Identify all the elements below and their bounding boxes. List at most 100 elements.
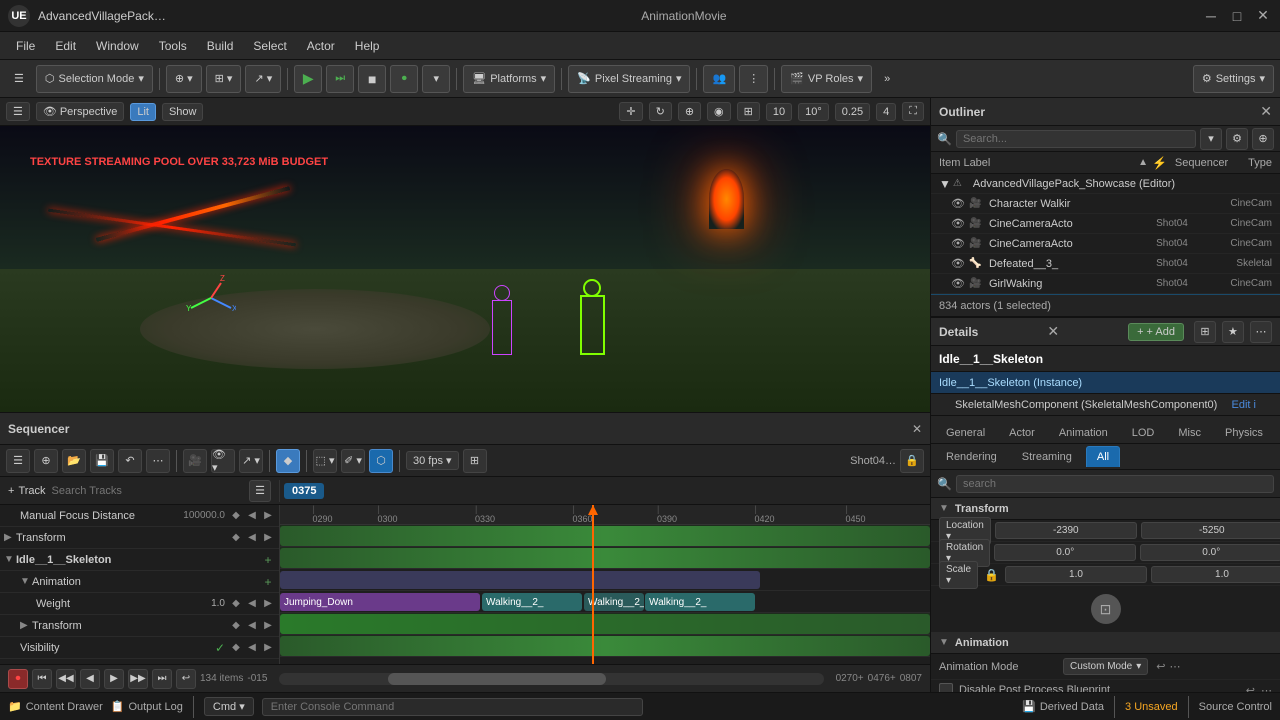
options-button[interactable]: ▾ [422, 65, 450, 93]
disable-pp-extra[interactable]: ⋯ [1261, 684, 1272, 693]
new-button[interactable]: ⊕ ▾ [166, 65, 202, 93]
weight-left-btn[interactable]: ◀ [245, 597, 259, 611]
fps-display[interactable]: 30 fps ▾ [406, 451, 459, 470]
show-button[interactable]: Show [162, 103, 204, 121]
vis-keyframe-btn[interactable]: ◆ [229, 641, 243, 655]
menu-tools[interactable]: Tools [151, 37, 195, 55]
tab-physics[interactable]: Physics [1214, 422, 1274, 443]
options-btn-2[interactable]: ⋮ [739, 65, 768, 93]
location-x[interactable] [995, 522, 1137, 539]
details-add-button[interactable]: + + Add [1128, 323, 1184, 341]
skeleton-add-btn[interactable]: + [261, 553, 275, 567]
menu-build[interactable]: Build [199, 37, 242, 55]
play-button[interactable]: ▶ [294, 65, 322, 93]
clip-jumping-down[interactable]: Jumping_Down [280, 593, 480, 611]
add-track-button[interactable]: + Track [8, 485, 46, 497]
transform-right-btn[interactable]: ▶ [261, 531, 275, 545]
transform-mode-button[interactable]: ◉ [707, 102, 731, 121]
menu-file[interactable]: File [8, 37, 43, 55]
grid-btn[interactable]: ⊞ [737, 102, 760, 121]
seq-snap-button[interactable]: ⬡ [369, 449, 393, 473]
transform-sub-keyframe[interactable]: ◆ [229, 619, 243, 633]
expand-toolbar-button[interactable]: » [876, 65, 898, 93]
goto-end-button[interactable]: ⏭ [152, 669, 172, 689]
seq-lock-button[interactable]: 🔒 [900, 449, 924, 473]
derived-data-button[interactable]: 💾 Derived Data [1022, 700, 1104, 713]
anim-mode-reset[interactable]: ↩ [1156, 660, 1165, 673]
minimize-button[interactable]: ─ [1202, 7, 1220, 25]
scale-dropdown[interactable]: Scale ▾ [939, 561, 978, 589]
viewport[interactable]: X Z Y TEXTURE STREAMING POOL OVER 33,723… [0, 126, 930, 412]
seq-playback-mode[interactable]: ⬚ ▾ [313, 449, 337, 473]
weight-right-btn[interactable]: ▶ [261, 597, 275, 611]
grid-snap-button[interactable]: ⊞ ▾ [206, 65, 242, 93]
clip-walking-1[interactable]: Walking__2_ [482, 593, 582, 611]
outliner-item-character-walkir[interactable]: 👁 🎥 Character Walkir CineCam [931, 194, 1280, 214]
tab-streaming[interactable]: Streaming [1011, 446, 1083, 467]
seq-filter-button[interactable]: ☰ [6, 449, 30, 473]
details-action-1[interactable]: ⊞ [1194, 321, 1216, 343]
perspective-button[interactable]: 👁 Perspective [36, 102, 124, 121]
lit-button[interactable]: Lit [130, 103, 156, 121]
transform-sub-right[interactable]: ▶ [261, 619, 275, 633]
track-visibility[interactable]: Visibility ✓ ◆ ◀ ▶ [0, 637, 279, 659]
pixel-streaming-button[interactable]: 📡 Pixel Streaming ▾ [568, 65, 690, 93]
track-transform-sub[interactable]: ▶ Transform ◆ ◀ ▶ [0, 615, 279, 637]
vp-roles-button[interactable]: 🎬 VP Roles ▾ [781, 65, 872, 93]
hamburger-menu-button[interactable]: ☰ [6, 65, 32, 93]
filter-tracks-button[interactable]: ☰ [249, 480, 271, 502]
seq-view-options[interactable]: 👁 ▾ [211, 449, 235, 473]
seq-history-button[interactable]: ↶ [118, 449, 142, 473]
disable-pp-reset[interactable]: ↩ [1246, 684, 1255, 693]
maximize-button[interactable]: □ [1228, 7, 1246, 25]
transform-sub-left[interactable]: ◀ [245, 619, 259, 633]
menu-actor[interactable]: Actor [299, 37, 343, 55]
tab-all[interactable]: All [1086, 446, 1120, 467]
disable-pp-checkbox[interactable] [939, 683, 953, 692]
outliner-search-input[interactable] [956, 130, 1196, 148]
output-log-button[interactable]: 📋 Output Log [111, 700, 183, 713]
menu-help[interactable]: Help [347, 37, 388, 55]
outliner-item-root[interactable]: ▼ ⚠ AdvancedVillagePack_Showcase (Editor… [931, 174, 1280, 194]
selection-mode-button[interactable]: ⬡ Selection Mode ▾ [36, 65, 153, 93]
eye-icon-girlwaking[interactable]: 👁 [951, 277, 965, 290]
seq-transform-button[interactable]: ↗ ▾ [239, 449, 263, 473]
track-skeleton-parent[interactable]: ▼ Idle__1__Skeleton + [0, 549, 279, 571]
outliner-item-defeated[interactable]: 👁 🦴 Defeated__3_ Shot04 Skeletal [931, 254, 1280, 274]
platforms-button[interactable]: 🖥 Platforms ▾ [463, 65, 555, 93]
location-y[interactable] [1141, 522, 1280, 539]
menu-window[interactable]: Window [88, 37, 147, 55]
step-back-button[interactable]: ◀◀ [56, 669, 76, 689]
edit-link[interactable]: Edit i [1232, 399, 1256, 411]
outliner-settings-btn[interactable]: ⚙ [1226, 128, 1248, 150]
track-right-btn[interactable]: ▶ [261, 509, 275, 523]
seq-save-button[interactable]: 💾 [90, 449, 114, 473]
play-reverse-button[interactable]: ◀ [80, 669, 100, 689]
outliner-item-cinecam-2[interactable]: 👁 🎥 CineCameraActo Shot04 CineCam [931, 234, 1280, 254]
maximize-button-vp[interactable]: ⛶ [902, 102, 924, 121]
seq-keyframe-button[interactable]: ◆ [276, 449, 300, 473]
tab-general[interactable]: General [935, 422, 996, 443]
scale-x[interactable] [1005, 566, 1147, 583]
menu-select[interactable]: Select [245, 37, 294, 55]
skip-back-button[interactable]: ⏺ [390, 65, 418, 93]
track-manual-focus[interactable]: Manual Focus Distance 100000.0 ◆ ◀ ▶ [0, 505, 279, 527]
outliner-item-cinecam-1[interactable]: 👁 🎥 CineCameraActo Shot04 CineCam [931, 214, 1280, 234]
step-fwd-button[interactable]: ▶▶ [128, 669, 148, 689]
close-button[interactable]: ✕ [1254, 7, 1272, 25]
eye-icon-cinecam1[interactable]: 👁 [951, 217, 965, 230]
eye-icon-defeated[interactable]: 👁 [951, 257, 965, 270]
content-drawer-button[interactable]: 📁 Content Drawer [8, 700, 103, 713]
console-input[interactable] [262, 698, 643, 716]
eye-icon-cinecam2[interactable]: 👁 [951, 237, 965, 250]
seq-open-button[interactable]: 📂 [62, 449, 86, 473]
timeline-scroll[interactable] [279, 673, 823, 685]
cmd-button[interactable]: Cmd ▾ [204, 697, 254, 716]
seq-actions-button[interactable]: ⋯ [146, 449, 170, 473]
eye-icon-walkir[interactable]: 👁 [951, 197, 965, 210]
playhead[interactable] [592, 505, 594, 664]
anim-mode-extra[interactable]: ⋯ [1170, 660, 1181, 673]
tab-animation[interactable]: Animation [1048, 422, 1119, 443]
tab-misc[interactable]: Misc [1167, 422, 1212, 443]
rotate-icon-button[interactable]: ↻ [649, 102, 672, 121]
